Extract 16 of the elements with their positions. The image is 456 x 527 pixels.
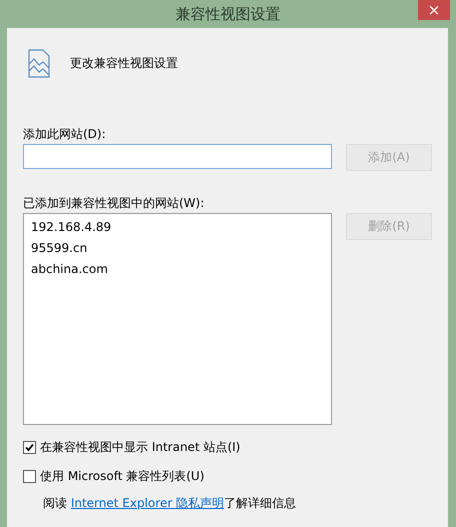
checkbox-label: 在兼容性视图中显示 Intranet 站点(I) xyxy=(40,439,240,456)
website-input-field[interactable] xyxy=(23,144,332,169)
checkbox[interactable] xyxy=(23,470,36,483)
field-label: 添加此网站(D): xyxy=(23,126,107,142)
website-item[interactable]: abchina.com xyxy=(24,259,331,280)
picture-file-icon xyxy=(28,48,50,78)
website-item[interactable]: 95599.cn xyxy=(24,238,331,259)
privacy-note: 阅读 Internet Explorer 隐私声明了解详细信息 xyxy=(43,495,298,512)
list-label: 已添加到兼容性视图中的网站(W): xyxy=(23,195,206,211)
window-title: 兼容性视图设置 xyxy=(176,4,280,24)
privacy-link[interactable]: Internet Explorer 隐私声明 xyxy=(70,496,224,510)
header-text: 更改兼容性视图设置 xyxy=(70,54,178,72)
checkbox-label: 使用 Microsoft 兼容性列表(U) xyxy=(40,468,204,485)
website-item[interactable]: 192.168.4.89 xyxy=(24,217,331,238)
checkbox[interactable] xyxy=(23,441,36,454)
close-button[interactable]: × xyxy=(418,0,450,20)
